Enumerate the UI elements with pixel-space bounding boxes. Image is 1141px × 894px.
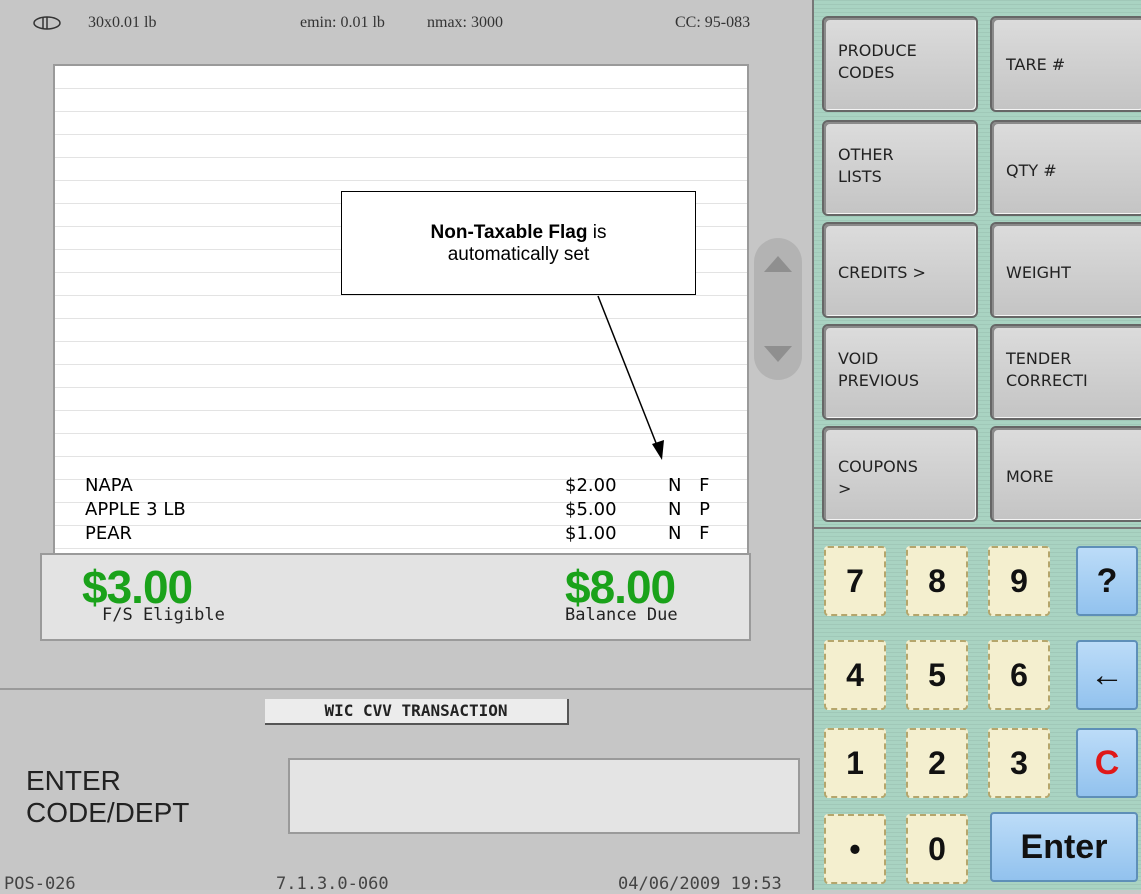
produce-codes-button[interactable]: PRODUCE CODES [822,16,978,112]
item-description: NAPA [85,475,133,496]
callout-text-2: automatically set [447,244,590,265]
list-item[interactable]: PEAR $1.00 N F [85,522,729,546]
status-bar: POS-026 7.1.3.0-060 04/06/2009 19:53 [0,868,812,894]
scroll-up-icon[interactable] [760,252,796,274]
scale-nmax: nmax: 3000 [427,14,503,31]
totals-bar: $3.00 F/S Eligible $8.00 Balance Due [40,553,751,641]
tender-correct-button[interactable]: TENDER CORRECTI [990,324,1141,420]
other-lists-button[interactable]: OTHER LISTS [822,120,978,216]
function-keypad-panel: PRODUCE CODES TARE # OTHER LISTS QTY # CRE… [812,0,1141,890]
item-description: APPLE 3 LB [85,499,186,520]
transaction-panel: 30x0.01 lb emin: 0.01 lb nmax: 3000 CC: … [0,0,812,894]
software-version: 7.1.3.0-060 [276,874,389,894]
tare-button[interactable]: TARE # [990,16,1141,112]
prompt-line-2: CODE/DEPT [26,797,190,828]
scroll-down-icon[interactable] [760,344,796,366]
receipt-list[interactable]: NAPA $2.00 N F APPLE 3 LB $5.00 N P PEAR… [53,64,749,556]
key-decimal[interactable]: • [824,814,886,884]
scale-capacity: 30x0.01 lb [88,14,157,31]
credits-button[interactable]: CREDITS > [822,222,978,318]
fs-eligible-total: $3.00 F/S Eligible [82,561,225,625]
coupons-button[interactable]: COUPONS > [822,426,978,522]
scale-cc: CC: 95-083 [675,14,751,31]
key-0[interactable]: 0 [906,814,968,884]
enter-button[interactable]: Enter [990,812,1138,882]
item-flags: N F [668,475,716,496]
key-3[interactable]: 3 [988,728,1050,798]
key-9[interactable]: 9 [988,546,1050,616]
backspace-button[interactable]: ← [1076,640,1138,710]
balance-due-total: $8.00 Balance Due [565,561,678,625]
weight-button[interactable]: WEIGHT [990,222,1141,318]
list-item[interactable]: APPLE 3 LB $5.00 N P [85,498,729,522]
scale-info-bar: 30x0.01 lb emin: 0.01 lb nmax: 3000 CC: … [0,0,812,48]
annotation-callout: Non-Taxable Flag is automatically set [341,191,696,295]
callout-text-1: is [587,222,607,243]
key-8[interactable]: 8 [906,546,968,616]
list-item[interactable]: NAPA $2.00 N F [85,474,729,498]
code-entry-field[interactable] [288,758,800,834]
divider [0,688,812,690]
more-button[interactable]: MORE [990,426,1141,522]
fs-eligible-label: F/S Eligible [102,605,225,625]
scrollbar[interactable] [754,238,802,380]
key-2[interactable]: 2 [906,728,968,798]
key-4[interactable]: 4 [824,640,886,710]
prompt-line-1: ENTER [26,765,121,796]
key-1[interactable]: 1 [824,728,886,798]
keypad-divider [814,527,1141,529]
help-button[interactable]: ? [1076,546,1138,616]
item-flags: N P [668,499,717,520]
scale-icon [33,16,61,30]
item-price: $1.00 [565,523,617,544]
scale-emin: emin: 0.01 lb [300,14,385,31]
key-7[interactable]: 7 [824,546,886,616]
transaction-type-tab: WIC CVV TRANSACTION [265,699,569,725]
item-description: PEAR [85,523,133,544]
date-time: 04/06/2009 19:53 [618,874,782,894]
clear-button[interactable]: C [1076,728,1138,798]
callout-bold-text: Non-Taxable Flag [430,222,588,243]
key-5[interactable]: 5 [906,640,968,710]
entry-prompt: ENTER CODE/DEPT [26,765,189,829]
balance-due-label: Balance Due [565,605,678,625]
item-price: $2.00 [565,475,617,496]
qty-button[interactable]: QTY # [990,120,1141,216]
key-6[interactable]: 6 [988,640,1050,710]
void-previous-button[interactable]: VOID PREVIOUS [822,324,978,420]
item-price: $5.00 [565,499,617,520]
item-flags: N F [668,523,716,544]
terminal-id: POS-026 [4,874,76,894]
